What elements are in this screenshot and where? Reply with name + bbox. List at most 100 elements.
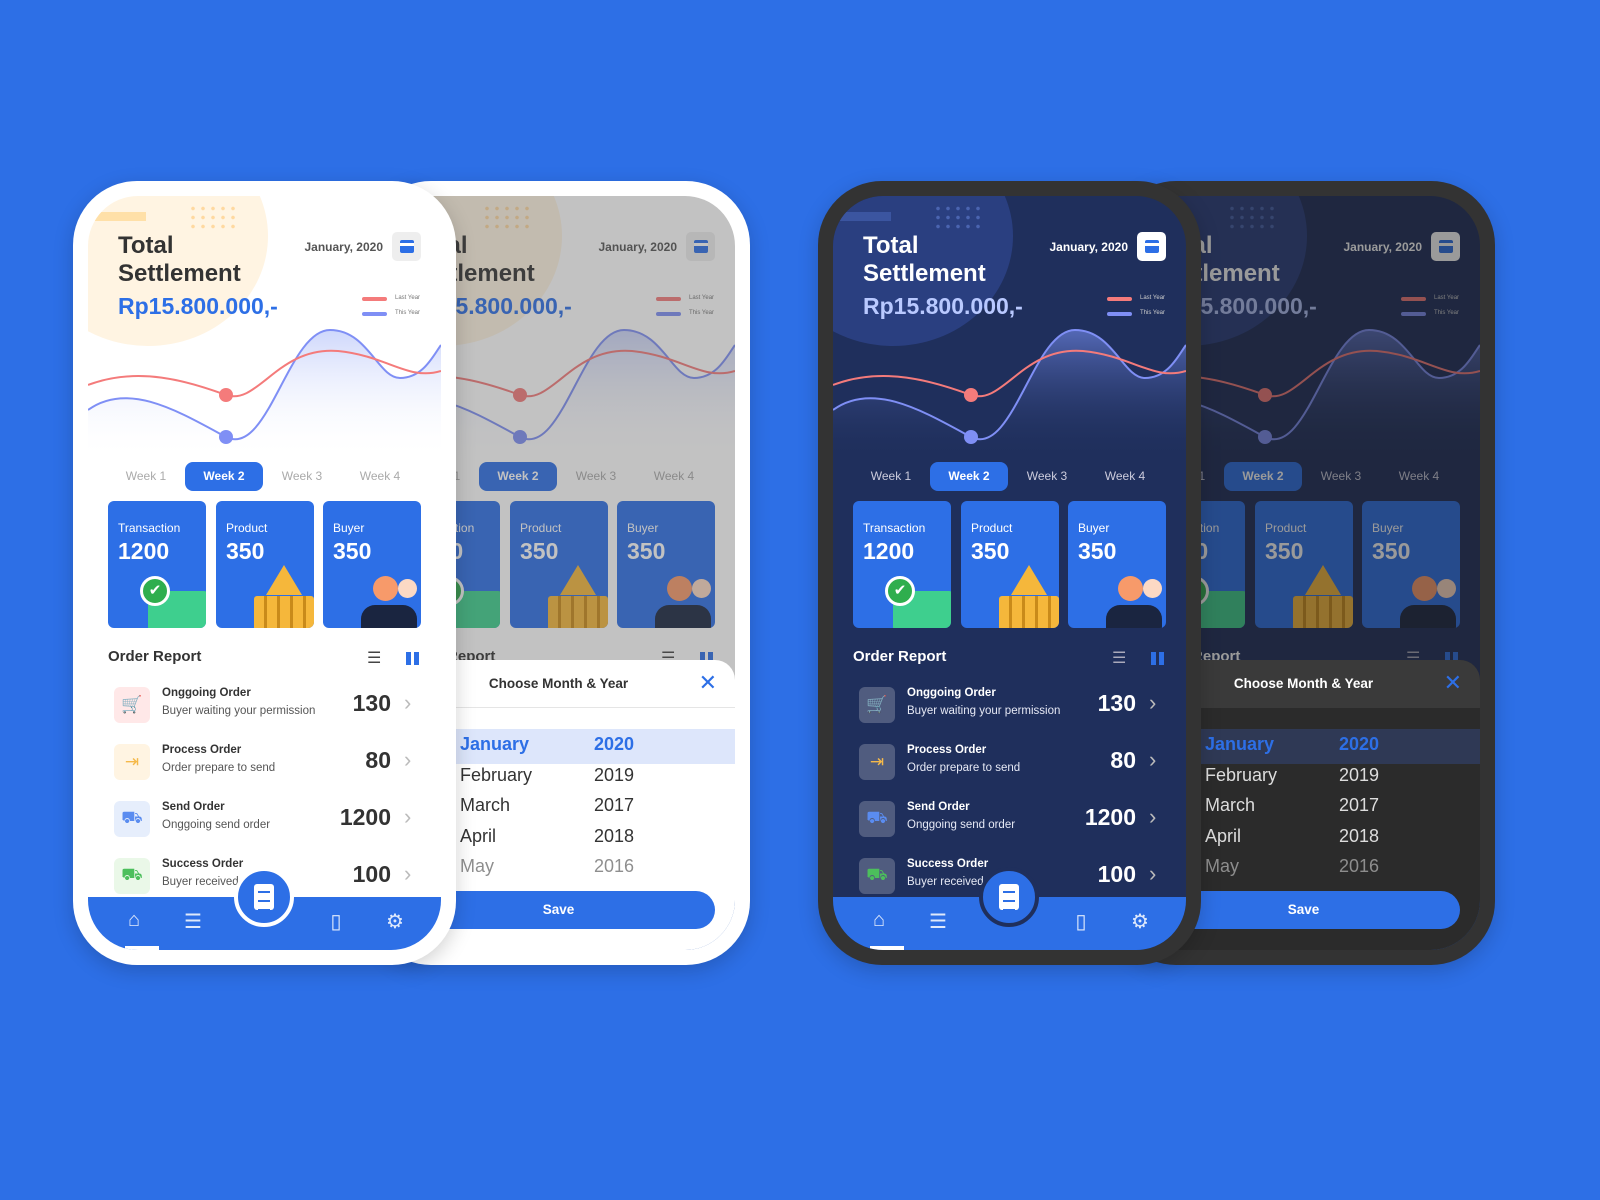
month-option[interactable]: April <box>1205 826 1241 847</box>
close-icon[interactable]: ✕ <box>699 670 717 696</box>
list-view-icon[interactable]: ☰ <box>367 648 381 668</box>
delivered-truck-icon-box: ⛟ <box>859 858 895 894</box>
month-option[interactable]: February <box>1205 765 1277 786</box>
tab-week-4[interactable]: Week 4 <box>341 462 419 491</box>
order-row[interactable]: ⛟ Send Order Onggoing send order 1200 › <box>88 794 441 844</box>
decoration-bar <box>88 212 146 221</box>
order-title: Process Order <box>162 744 242 756</box>
tab-week-2[interactable]: Week 2 <box>185 462 263 491</box>
decoration-dots <box>188 204 238 230</box>
tab-week-3[interactable]: Week 3 <box>1008 462 1086 491</box>
settlement-chart <box>88 320 441 460</box>
stat-card-transaction[interactable]: Transaction 1200 ✔ <box>108 501 206 628</box>
person-head-icon <box>1118 576 1143 601</box>
last-year-point[interactable] <box>219 388 233 402</box>
last-year-point[interactable] <box>964 388 978 402</box>
tab-week-3[interactable]: Week 3 <box>263 462 341 491</box>
stat-card-product[interactable]: Product 350 <box>216 501 314 628</box>
order-count: 130 <box>352 690 391 716</box>
month-option[interactable]: May <box>1205 856 1239 877</box>
tab-week-4[interactable]: Week 4 <box>1086 462 1164 491</box>
year-option[interactable]: 2018 <box>594 826 634 847</box>
legend-label: This Year <box>1140 310 1166 316</box>
month-option[interactable]: May <box>460 856 494 877</box>
year-option[interactable]: 2016 <box>1339 856 1379 877</box>
box-icon: ⇥ <box>869 752 885 771</box>
settlement-amount: Rp15.800.000,- <box>863 293 1023 319</box>
month-option[interactable]: March <box>460 795 510 816</box>
truck-icon: ⛟ <box>866 808 888 827</box>
order-title: Send Order <box>907 801 970 813</box>
order-title: Send Order <box>162 801 225 813</box>
stat-label: Buyer <box>333 521 365 535</box>
year-option[interactable]: 2018 <box>1339 826 1379 847</box>
year-option[interactable]: 2020 <box>594 734 634 755</box>
decoration-bar <box>833 212 891 221</box>
order-row[interactable]: ⛟ Send Order Onggoing send order 1200 › <box>833 794 1186 844</box>
list-view-icon[interactable]: ☰ <box>1112 648 1126 668</box>
stat-card-transaction[interactable]: Transaction 1200 ✔ <box>853 501 951 628</box>
order-title: Process Order <box>907 744 987 756</box>
tab-week-2[interactable]: Week 2 <box>930 462 1008 491</box>
year-option[interactable]: 2017 <box>1339 795 1379 816</box>
person-head-icon <box>373 576 398 601</box>
grid-view-icon[interactable] <box>406 652 419 665</box>
close-icon[interactable]: ✕ <box>1444 670 1462 696</box>
month-option[interactable]: February <box>460 765 532 786</box>
order-row[interactable]: ⇥ Process Order Order prepare to send 80 › <box>833 737 1186 787</box>
nav-bag-icon[interactable]: ▯ <box>323 909 349 935</box>
calendar-button[interactable] <box>1137 232 1166 261</box>
order-row[interactable]: ⇥ Process Order Order prepare to send 80 › <box>88 737 441 787</box>
tab-week-1[interactable]: Week 1 <box>107 462 185 491</box>
delivered-truck-icon: ⛟ <box>121 865 143 884</box>
month-option[interactable]: March <box>1205 795 1255 816</box>
month-option[interactable]: January <box>460 734 529 755</box>
nav-clipboard-button[interactable] <box>234 867 294 927</box>
settlement-chart <box>833 320 1186 460</box>
clipboard-icon <box>254 884 274 910</box>
month-option[interactable]: April <box>460 826 496 847</box>
nav-chat-icon[interactable]: ☰ <box>925 909 951 935</box>
year-option[interactable]: 2020 <box>1339 734 1379 755</box>
year-option[interactable]: 2016 <box>594 856 634 877</box>
this-year-point[interactable] <box>219 430 233 444</box>
stat-card-product[interactable]: Product 350 <box>961 501 1059 628</box>
order-title: Onggoing Order <box>162 687 251 699</box>
title-line: Total <box>863 232 919 259</box>
nav-chat-icon[interactable]: ☰ <box>180 909 206 935</box>
nav-settings-icon[interactable]: ⚙ <box>1127 909 1153 935</box>
this-year-point[interactable] <box>964 430 978 444</box>
stat-label: Transaction <box>118 521 181 535</box>
calendar-icon <box>1144 240 1159 253</box>
truck-icon: ⛟ <box>121 808 143 827</box>
settlement-amount: Rp15.800.000,- <box>118 293 278 319</box>
tab-week-1[interactable]: Week 1 <box>852 462 930 491</box>
delivered-truck-icon-box: ⛟ <box>114 858 150 894</box>
order-count: 80 <box>1110 747 1136 773</box>
nav-bag-icon[interactable]: ▯ <box>1068 909 1094 935</box>
year-option[interactable]: 2019 <box>1339 765 1379 786</box>
chevron-right-icon: › <box>1149 690 1157 715</box>
order-subtitle: Onggoing send order <box>907 819 1016 831</box>
stat-card-buyer[interactable]: Buyer 350 <box>323 501 421 628</box>
check-circle-icon: ✔ <box>885 576 915 606</box>
legend-swatch <box>362 297 387 301</box>
year-option[interactable]: 2017 <box>594 795 634 816</box>
legend-swatch <box>1107 312 1132 316</box>
order-row[interactable]: 🛒 Onggoing Order Buyer waiting your permis… <box>833 680 1186 730</box>
nav-store-icon[interactable]: ⌂ <box>121 909 147 935</box>
order-subtitle: Order prepare to send <box>162 762 276 774</box>
selected-date: January, 2020 <box>1049 240 1129 254</box>
calendar-button[interactable] <box>392 232 421 261</box>
order-count: 100 <box>352 861 391 887</box>
order-row[interactable]: 🛒 Onggoing Order Buyer waiting your permis… <box>88 680 441 730</box>
year-option[interactable]: 2019 <box>594 765 634 786</box>
grid-view-icon[interactable] <box>1151 652 1164 665</box>
front-dark-phone: Total Settlement Rp15.800.000,- January, 20… <box>818 181 1201 965</box>
nav-settings-icon[interactable]: ⚙ <box>382 909 408 935</box>
order-count: 80 <box>365 747 391 773</box>
nav-store-icon[interactable]: ⌂ <box>866 909 892 935</box>
month-option[interactable]: January <box>1205 734 1274 755</box>
stat-card-buyer[interactable]: Buyer 350 <box>1068 501 1166 628</box>
nav-clipboard-button[interactable] <box>979 867 1039 927</box>
